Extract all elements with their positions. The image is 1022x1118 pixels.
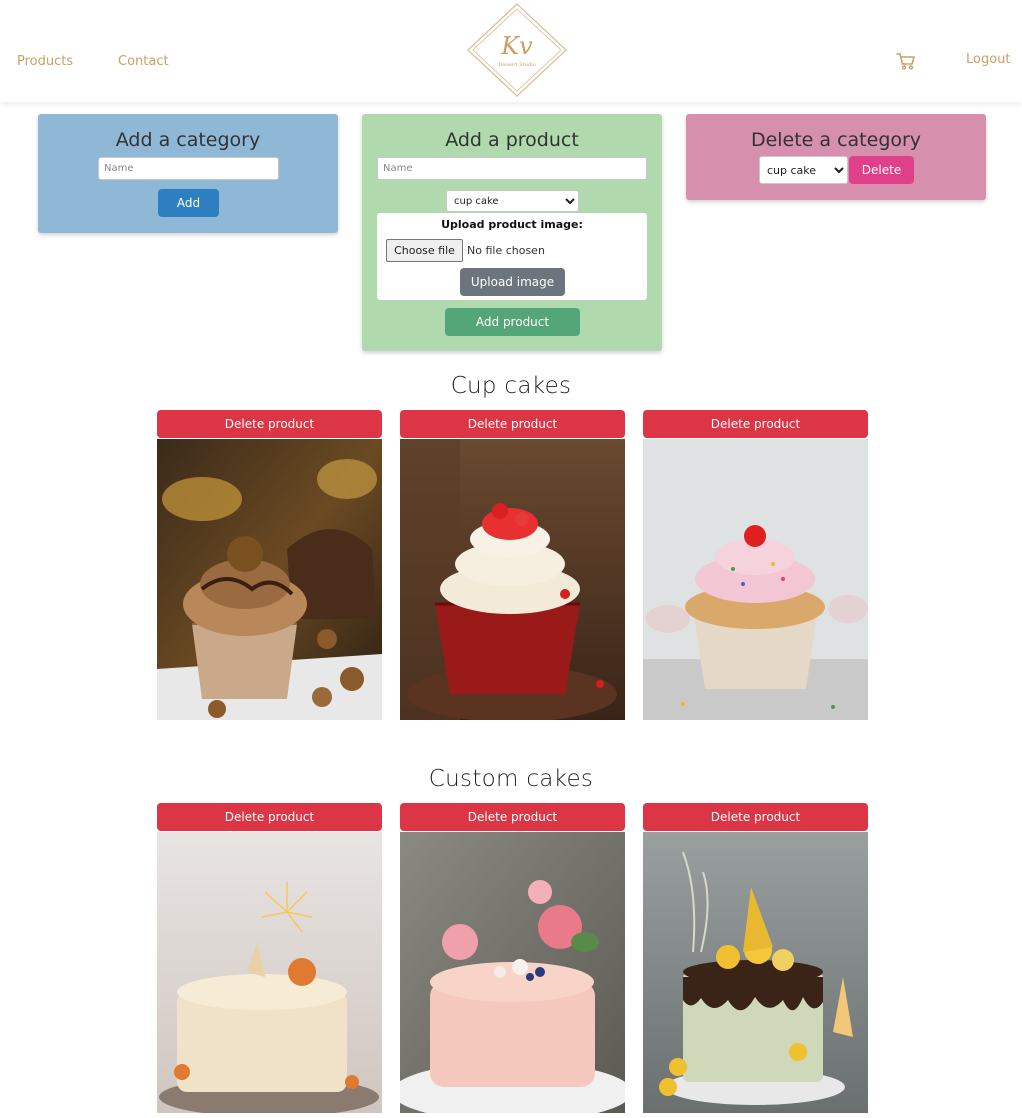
nav-link-contact[interactable]: Contact [118,54,169,69]
add-product-title: Add a product [445,129,579,151]
delete-category-title: Delete a category [750,129,922,151]
upload-image-box: Upload product image: Choose file No fil… [377,213,647,300]
product-image-chocolate-hazelnut-cupcake [157,439,382,720]
product-image-red-velvet-cupcake [400,439,625,720]
section-title-cup-cakes: Cup cakes [450,373,572,399]
delete-product-button[interactable]: Delete product [157,410,382,438]
product-image-pink-floral-cake [400,832,625,1113]
upload-image-title: Upload product image: [441,218,583,231]
logo-subtitle: Dessert Studio [498,62,536,68]
delete-category-select[interactable]: cup cake [759,156,848,184]
delete-product-button[interactable]: Delete product [400,803,625,831]
delete-product-button[interactable]: Delete product [643,803,868,831]
product-category-select[interactable]: cup cake [446,190,579,212]
add-product-panel: Add a product cup cake Upload product im… [362,114,662,351]
nav-link-products[interactable]: Products [17,54,73,69]
brand-logo[interactable]: Kv Dessert Studio [466,2,568,98]
delete-product-button[interactable]: Delete product [400,410,625,438]
upload-image-button[interactable]: Upload image [460,268,565,296]
delete-product-button[interactable]: Delete product [643,410,868,438]
nav-link-logout[interactable]: Logout [966,52,1011,67]
product-image-drip-macaron-cake [643,832,868,1113]
add-category-button[interactable]: Add [158,189,219,217]
product-image-vanilla-sprinkle-cupcake [643,439,868,720]
section-title-custom-cakes: Custom cakes [428,766,594,792]
logo-letters: Kv [500,32,533,60]
cart-icon[interactable] [896,51,916,71]
product-name-input[interactable] [377,157,647,180]
delete-category-button[interactable]: Delete [849,156,914,184]
product-image-sparkler-cake [157,832,382,1113]
add-category-panel: Add a category Add [38,114,338,233]
navbar: Products Contact Kv Dessert Studio Logou… [0,0,1022,102]
choose-file-button[interactable]: Choose file [386,239,463,262]
category-name-input[interactable] [98,157,279,180]
no-file-chosen-text: No file chosen [467,244,545,257]
delete-product-button[interactable]: Delete product [157,803,382,831]
add-category-title: Add a category [115,129,261,151]
logo-icon: Kv Dessert Studio [467,3,567,97]
delete-category-panel: Delete a category cup cake Delete [686,114,986,200]
add-product-button[interactable]: Add product [445,308,580,336]
